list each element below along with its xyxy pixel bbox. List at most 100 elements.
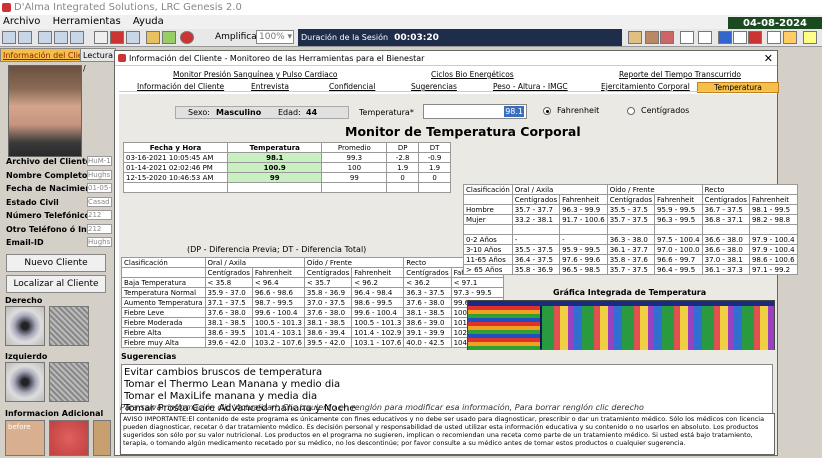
range-cell: 96.6 - 98.6 xyxy=(251,287,305,298)
age-row[interactable] xyxy=(463,224,798,235)
range-cell: 39.1 - 39.9 xyxy=(403,327,452,338)
range-cell: 35.9 - 37.0 xyxy=(204,287,253,298)
additional-image-3[interactable] xyxy=(93,420,111,456)
right-iris-image[interactable] xyxy=(5,306,45,346)
additional-image-2[interactable] xyxy=(49,420,89,456)
age-row[interactable]: Hombre 35.7 - 37.7 96.3 - 99.9 35.5 - 37.5 9… xyxy=(463,204,798,215)
chart-icon[interactable] xyxy=(660,31,674,44)
range-cell: 96.3 - 99.5 xyxy=(654,214,703,225)
field-value-civil[interactable]: Casad xyxy=(87,197,112,207)
list-icon[interactable] xyxy=(680,31,694,44)
range-cell xyxy=(559,224,608,235)
tab-reading[interactable]: Lectura / xyxy=(80,48,117,73)
range-cell: 37.1 - 37.5 xyxy=(204,297,253,308)
field-value-phone[interactable]: 212 60 xyxy=(87,210,112,220)
classification-row[interactable]: Fiebre muy Alta 39.6 - 42.0 103.2 - 107.6 3… xyxy=(121,337,504,348)
range-cell: 36.1 - 37.7 xyxy=(606,244,656,255)
left-iris-detail-image[interactable] xyxy=(49,362,89,402)
field-value-email[interactable]: Hughs xyxy=(87,237,112,247)
classification-row[interactable]: Baja Temperatura < 35.8 < 96.4 < 35.7 < 96.2… xyxy=(121,277,504,288)
field-label-name: Nombre Completo xyxy=(6,171,88,180)
edit-icon[interactable] xyxy=(162,31,176,44)
close-icon[interactable]: ✕ xyxy=(764,52,773,65)
row-label: 0-2 Años xyxy=(463,234,513,245)
dialog-title-bar: Información del Cliente - Monitoreo de l… xyxy=(115,51,777,66)
tools-icon[interactable] xyxy=(628,31,642,44)
tab-time-report[interactable]: Reporte del Tiempo Transcurrido xyxy=(619,69,741,81)
range-cell: 103.1 - 107.6 xyxy=(351,337,405,348)
folder-icon[interactable] xyxy=(146,31,160,44)
cut-icon[interactable] xyxy=(94,31,108,44)
dialog-title: Información del Cliente - Monitoreo de l… xyxy=(129,54,425,63)
tab-bio-cycles[interactable]: Ciclos Bio Energéticos xyxy=(431,69,514,81)
history-dt: -0.9 xyxy=(418,152,451,163)
right-iris-detail-image[interactable] xyxy=(49,306,89,346)
field-value-archive[interactable]: HuM-1 xyxy=(87,156,112,166)
stop-icon[interactable] xyxy=(748,31,762,44)
age-row[interactable]: 11-65 Años 36.4 - 37.5 97.6 - 99.6 35.8 - 3… xyxy=(463,254,798,265)
col-ear: Oído / Frente xyxy=(303,257,405,268)
range-cell: 35.5 - 37.5 xyxy=(511,244,561,255)
before-image[interactable]: before xyxy=(5,420,45,456)
toolbar-icon-3[interactable] xyxy=(38,31,52,44)
calendar-icon[interactable] xyxy=(803,31,817,44)
age-row[interactable]: > 65 Años 35.8 - 36.9 96.5 - 98.5 35.7 - 37… xyxy=(463,264,798,275)
field-value-name[interactable]: Hughs xyxy=(87,170,112,180)
save-icon[interactable] xyxy=(126,31,140,44)
left-iris-image[interactable] xyxy=(5,362,45,402)
temperature-input[interactable]: 98.1 xyxy=(423,104,527,119)
toolbar-icon-2[interactable] xyxy=(18,31,32,44)
toolbar-icon-1[interactable] xyxy=(2,31,16,44)
classification-row[interactable]: Fiebre Leve 37.6 - 38.0 99.6 - 100.4 37.6 -… xyxy=(121,307,504,318)
age-row[interactable]: 3-10 Años 35.5 - 37.5 95.9 - 99.5 36.1 - 37… xyxy=(463,244,798,255)
help-icon[interactable] xyxy=(767,31,781,44)
user-icon[interactable] xyxy=(733,31,747,44)
settings-icon[interactable] xyxy=(718,31,732,44)
row-label: Baja Temperatura xyxy=(121,277,206,288)
table-icon[interactable] xyxy=(698,31,712,44)
range-cell: 35.7 - 37.5 xyxy=(606,214,656,225)
range-cell: 40.0 - 42.5 xyxy=(403,337,452,348)
range-cell: 38.6 - 39.4 xyxy=(303,327,353,338)
col-oral: Oral / Axila xyxy=(204,257,305,268)
suggestions-label: Sugerencias xyxy=(121,352,177,361)
tab-blood-pressure[interactable]: Monitor Presión Sanguínea y Pulso Cardia… xyxy=(173,69,337,81)
range-cell: 100.5 - 101.3 xyxy=(251,317,305,328)
history-dp: 0 xyxy=(386,172,420,183)
record-icon[interactable] xyxy=(180,31,194,44)
people-icon[interactable] xyxy=(645,31,659,44)
delete-icon[interactable] xyxy=(110,31,124,44)
range-cell: 98.6 - 99.5 xyxy=(351,297,405,308)
unit-celsius: Centígrados xyxy=(204,267,253,278)
menu-archivo[interactable]: Archivo xyxy=(3,16,40,27)
history-row[interactable]: 03-16-2021 10:05:45 AM 98.1 99.3 -2.8 -0… xyxy=(123,152,451,163)
history-row[interactable]: 12-15-2020 10:46:53 AM 99 99 0 0 xyxy=(123,172,451,183)
unit-celsius: Centígrados xyxy=(606,194,656,205)
age-row[interactable]: 0-2 Años - -36.3 - 38.0 97.5 - 100.4 36.6 - … xyxy=(463,234,798,245)
menu-ayuda[interactable]: Ayuda xyxy=(133,16,164,27)
classification-row[interactable]: Fiebre Alta 38.6 - 39.5 101.4 - 103.1 38.6 … xyxy=(121,327,504,338)
classification-row[interactable]: Fiebre Moderada 38.1 - 38.5 100.5 - 101.3 3… xyxy=(121,317,504,328)
menu-herramientas[interactable]: Herramientas xyxy=(53,16,121,27)
graph-category-column xyxy=(468,306,540,350)
zoom-select[interactable]: 100% ▾ xyxy=(256,30,294,44)
field-value-other-phone[interactable]: 212 54 xyxy=(87,224,112,234)
age-row[interactable]: Mujer 33.2 - 38.1 91.7 - 100.6 35.7 - 37.5 9… xyxy=(463,214,798,225)
celsius-radio[interactable] xyxy=(627,107,635,115)
field-value-dob[interactable]: 01-05- xyxy=(87,183,112,193)
range-cell xyxy=(701,224,750,235)
toolbar-icon-4[interactable] xyxy=(54,31,68,44)
table-header-row: Clasificación Oral / Axila Oído / Frente Re… xyxy=(121,257,504,268)
unit-celsius: Centígrados xyxy=(403,267,452,278)
new-client-button[interactable]: Nuevo Cliente xyxy=(6,254,106,272)
notes-icon[interactable] xyxy=(783,31,797,44)
fahrenheit-radio[interactable] xyxy=(543,107,551,115)
classification-row[interactable]: Aumento Temperatura 37.1 - 37.5 98.7 - 99.… xyxy=(121,297,504,308)
classification-row[interactable]: Temperatura Normal 35.9 - 37.0 96.6 - 98.6… xyxy=(121,287,504,298)
col-oral: Oral / Axila xyxy=(511,184,608,195)
row-label: Fiebre Moderada xyxy=(121,317,206,328)
history-row[interactable]: 01-14-2021 02:02:46 PM 100.9 100 1.9 1.9 xyxy=(123,162,451,173)
locate-client-button[interactable]: Localizar al Cliente xyxy=(6,275,106,293)
toolbar-icon-5[interactable] xyxy=(70,31,84,44)
range-cell: 99.6 - 100.4 xyxy=(351,307,405,318)
